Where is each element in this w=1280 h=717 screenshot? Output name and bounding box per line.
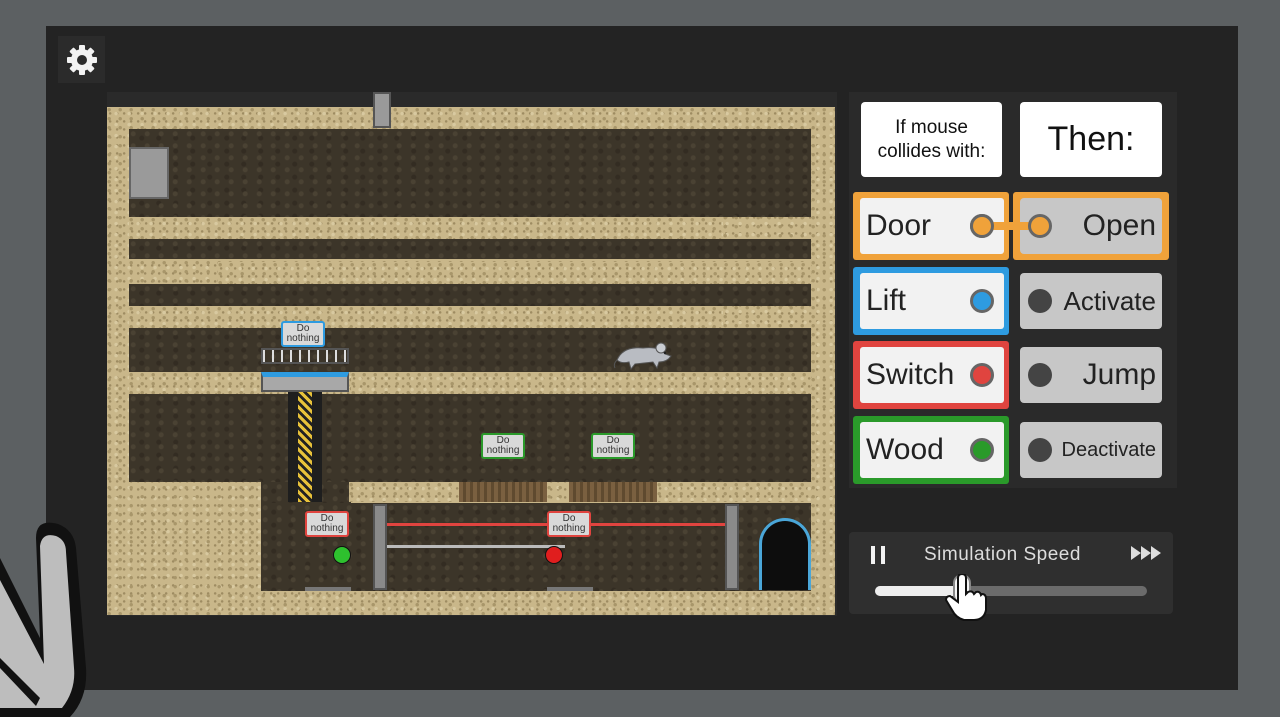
tag-label: nothing (552, 523, 586, 534)
tunnel (129, 284, 811, 306)
tunnel (129, 328, 811, 372)
connector-activate[interactable] (1028, 289, 1052, 313)
simulation-speed-label: Simulation Speed (924, 544, 1081, 565)
tag-label: nothing (486, 445, 520, 456)
wood-plank[interactable] (459, 482, 547, 502)
object-label: Door (866, 209, 932, 242)
lift-spring (298, 392, 312, 502)
pause-icon[interactable] (869, 544, 887, 566)
connector-jump[interactable] (1028, 363, 1052, 387)
lift-platform[interactable] (261, 372, 349, 392)
connector-wood[interactable] (970, 438, 994, 462)
action-label: Activate (1063, 285, 1157, 316)
switch-knob-green[interactable] (333, 546, 351, 564)
settings-button[interactable] (58, 36, 105, 83)
tag-label: nothing (596, 445, 630, 456)
gate-post (373, 504, 387, 590)
mouse-hole-exit (759, 518, 811, 590)
connector-lift[interactable] (970, 289, 994, 313)
action-tag[interactable]: Do nothing (481, 433, 525, 459)
action-tag[interactable]: Do nothing (281, 321, 325, 347)
object-label: Switch (866, 358, 955, 391)
connector-switch[interactable] (970, 363, 994, 387)
header-then: Then: (1020, 102, 1162, 177)
hand-cursor-icon (944, 574, 987, 621)
fast-forward-icon[interactable] (1131, 546, 1161, 560)
gate-post (725, 504, 739, 590)
tunnel (129, 129, 811, 217)
action-label: Open (1082, 209, 1156, 242)
gear-icon (66, 44, 97, 75)
lift-railing (261, 348, 349, 364)
action-label: Jump (1082, 358, 1156, 391)
switch-base (305, 587, 351, 591)
connector-open[interactable] (1028, 214, 1052, 238)
mouse-character (613, 342, 672, 371)
switch-wire (383, 545, 565, 548)
big-hand-icon (0, 522, 87, 717)
tunnel (129, 394, 811, 482)
object-label: Lift (866, 284, 907, 317)
sand-ledge (351, 372, 811, 394)
sand-ledge (657, 482, 811, 502)
wood-plank[interactable] (569, 482, 657, 502)
top-door[interactable] (373, 92, 391, 128)
sand-ledge (218, 262, 811, 284)
left-door[interactable] (129, 147, 169, 199)
header-if: If mouse collides with: (861, 102, 1002, 177)
sand-ledge (129, 306, 723, 328)
level-board: Do nothing Do nothing Do nothing Do nothing … (107, 92, 837, 616)
simulation-speed-panel: Simulation Speed (849, 532, 1173, 614)
switch-knob-red[interactable] (545, 546, 563, 564)
tag-label: nothing (286, 333, 320, 344)
action-label: Deactivate (1061, 438, 1157, 461)
sand-ledge (129, 217, 723, 239)
tag-label: nothing (310, 523, 344, 534)
switch-base (547, 587, 593, 591)
tunnel (129, 239, 811, 259)
object-label: Wood (866, 433, 944, 466)
connector-door-top[interactable] (970, 214, 994, 238)
action-tag[interactable]: Do nothing (547, 511, 591, 537)
connector-deactivate[interactable] (1028, 438, 1052, 462)
action-tag[interactable]: Do nothing (305, 511, 349, 537)
sand-ledge (349, 482, 459, 502)
action-tag[interactable]: Do nothing (591, 433, 635, 459)
sand-ledge (129, 372, 263, 394)
